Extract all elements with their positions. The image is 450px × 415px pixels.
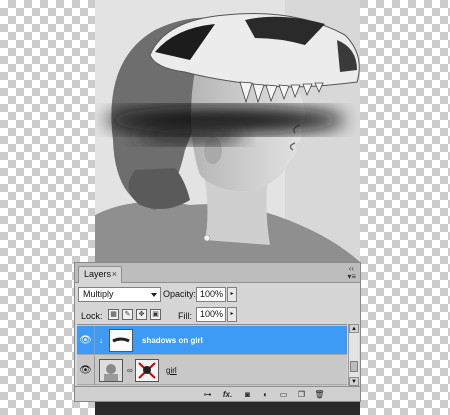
- blend-mode-value: Multiply: [83, 289, 114, 299]
- artwork-image: [95, 0, 360, 262]
- fill-input[interactable]: 100%: [196, 307, 226, 322]
- layer-row-shadows-on-girl[interactable]: 👁 ↓ shadows on girl: [77, 326, 347, 355]
- canvas-artwork-lower: [95, 400, 360, 415]
- layer-name[interactable]: shadows on girl: [142, 336, 203, 345]
- scroll-up-icon[interactable]: ▲: [349, 324, 359, 333]
- lock-image-pixels-icon[interactable]: ✎: [122, 309, 133, 320]
- layer-thumbnail: [109, 329, 133, 352]
- layer-list: 👁 ↓ shadows on girl 👁 ∞ girl: [77, 324, 347, 386]
- eye-icon[interactable]: 👁: [77, 356, 95, 385]
- link-layers-icon[interactable]: ⊶: [201, 389, 214, 400]
- layer-thumbnail: [99, 359, 123, 382]
- canvas-artwork: [95, 0, 360, 262]
- layer-mask-thumbnail: [135, 359, 159, 382]
- panel-tab-strip: Layers × ‹‹ ▾≡: [75, 263, 360, 283]
- fx-icon[interactable]: fx.: [221, 389, 234, 400]
- fill-label: Fill:: [178, 311, 192, 321]
- layers-bottom-toolbar: ⊶ fx. ◙ ◐ ▭ ❐ 🗑: [75, 386, 360, 401]
- lock-position-icon[interactable]: ✥: [136, 309, 147, 320]
- tab-layers[interactable]: Layers ×: [78, 266, 122, 283]
- layers-panel: Layers × ‹‹ ▾≡ Multiply Opacity: 100% ▸ …: [74, 262, 361, 402]
- mask-link-icon[interactable]: ∞: [127, 366, 133, 375]
- fill-slider-button[interactable]: ▸: [227, 307, 237, 322]
- tab-layers-label: Layers: [84, 269, 112, 279]
- opacity-label: Opacity:: [163, 289, 197, 299]
- new-group-icon[interactable]: ▭: [277, 389, 290, 400]
- opacity-slider-button[interactable]: ▸: [227, 287, 237, 302]
- layer-row-girl[interactable]: 👁 ∞ girl: [77, 356, 347, 385]
- trash-icon[interactable]: 🗑: [313, 389, 326, 400]
- add-mask-icon[interactable]: ◙: [241, 389, 254, 400]
- scroll-down-icon[interactable]: ▼: [349, 377, 359, 386]
- opacity-input[interactable]: 100%: [196, 287, 226, 302]
- new-layer-icon[interactable]: ❐: [295, 389, 308, 400]
- layer-name[interactable]: girl: [166, 366, 177, 375]
- blend-mode-select[interactable]: Multiply: [78, 287, 161, 302]
- eye-icon[interactable]: 👁: [77, 326, 95, 355]
- panel-menu-icon[interactable]: ▾≡: [347, 272, 356, 281]
- chevron-down-icon: [151, 293, 157, 297]
- lock-transparent-pixels-icon[interactable]: ▦: [108, 309, 119, 320]
- scroll-thumb[interactable]: [350, 361, 358, 372]
- adjustment-layer-icon[interactable]: ◐: [259, 389, 272, 400]
- clipping-arrow-icon: ↓: [99, 336, 103, 345]
- close-icon[interactable]: ×: [112, 269, 117, 279]
- lock-label: Lock:: [81, 311, 103, 321]
- layer-list-scrollbar[interactable]: ▲ ▼: [348, 324, 359, 386]
- lock-all-icon[interactable]: ▣: [150, 309, 161, 320]
